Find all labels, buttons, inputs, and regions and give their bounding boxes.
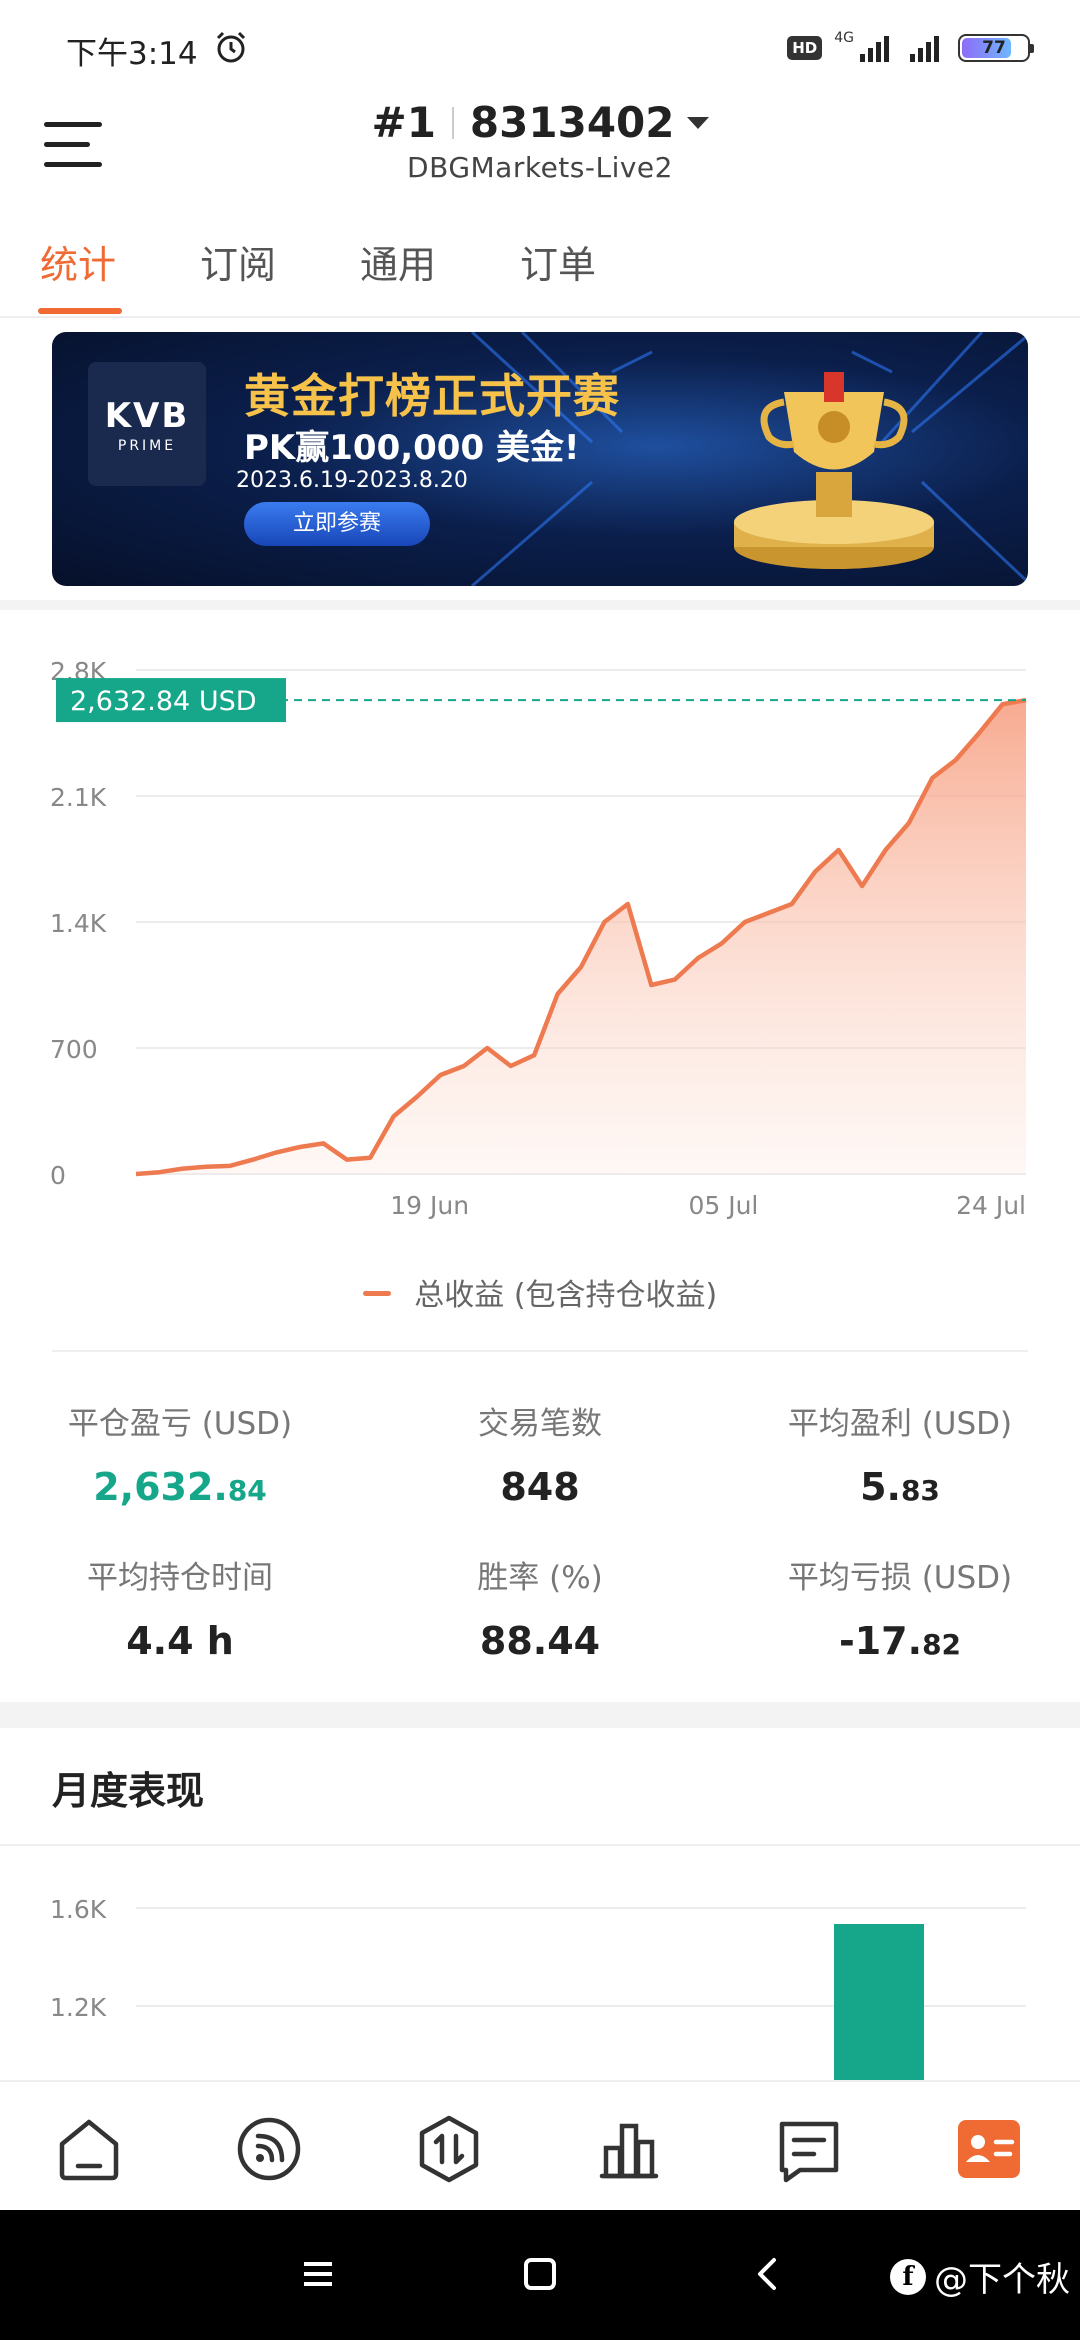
- back-icon[interactable]: [746, 2252, 790, 2296]
- y-tick-label: 2.1K: [50, 783, 107, 812]
- y-tick-label: 1.2K: [50, 1993, 107, 2022]
- app-header: #1 8313402 DBGMarkets-Live2: [0, 96, 1080, 206]
- network-label: 4G: [834, 30, 854, 46]
- tab-subscribe[interactable]: 订阅: [200, 234, 276, 289]
- nav-messages[interactable]: [774, 2114, 844, 2184]
- battery-level: 77: [982, 38, 1006, 58]
- active-tab-indicator: [38, 308, 122, 314]
- caret-down-icon[interactable]: [686, 116, 709, 129]
- stat-label: 平均盈利 (USD): [787, 1406, 1013, 1442]
- kvb-logo: KVB PRIME: [88, 362, 206, 486]
- x-tick-label: 05 Jul: [688, 1191, 758, 1220]
- stat-value: 2,632.84: [93, 1465, 267, 1509]
- signal-feed-icon: [237, 2117, 301, 2181]
- section-gap: [0, 1702, 1080, 1728]
- account-selector[interactable]: #1 8313402 DBGMarkets-Live2: [0, 98, 1080, 184]
- status-time: 下午3:14: [66, 36, 198, 72]
- nav-signals[interactable]: [234, 2114, 304, 2184]
- nav-trade[interactable]: [414, 2114, 484, 2184]
- stat-value: 88.44: [479, 1619, 601, 1663]
- system-nav-bar: f @下个秋: [0, 2210, 1080, 2340]
- server-name: DBGMarkets-Live2: [407, 151, 673, 184]
- stat-win-rate: 胜率 (%) 88.44: [360, 1552, 720, 1663]
- banner-dates: 2023.6.19-2023.8.20: [236, 468, 468, 493]
- watermark: f @下个秋: [890, 2252, 1070, 2301]
- tab-general[interactable]: 通用: [360, 234, 436, 289]
- divider: [0, 1844, 1080, 1846]
- stat-value: 848: [500, 1465, 580, 1509]
- stat-value: 4.4 h: [126, 1619, 234, 1663]
- bar-chart-icon: [599, 2123, 659, 2179]
- x-tick-label: 24 Jul: [956, 1191, 1026, 1220]
- stat-label: 平均持仓时间: [87, 1560, 273, 1596]
- trophy-icon: [734, 372, 934, 569]
- home-icon: [59, 2119, 119, 2181]
- x-tick-label: 19 Jun: [390, 1191, 469, 1220]
- profile-card-icon: [958, 2120, 1020, 2178]
- signal-icon: [860, 36, 889, 62]
- signal-icon-2: [910, 36, 939, 62]
- tab-bar: 统计 订阅 通用 订单: [0, 222, 1080, 318]
- nav-home[interactable]: [54, 2114, 124, 2184]
- battery-icon: 77: [958, 34, 1034, 62]
- join-button[interactable]: 立即参赛: [244, 502, 430, 546]
- chart-legend[interactable]: 总收益 (包含持仓收益): [0, 1270, 1080, 1314]
- stat-label: 胜率 (%): [477, 1560, 603, 1596]
- monthly-chart[interactable]: 1.2K 1.6K: [0, 1880, 1080, 2080]
- message-icon: [779, 2121, 839, 2183]
- stat-value: 5.83: [860, 1465, 940, 1509]
- section-gap: [0, 600, 1080, 610]
- status-bar: 下午3:14 HD 4G 77: [0, 0, 1080, 96]
- tab-orders[interactable]: 订单: [520, 234, 596, 289]
- stat-trade-count: 交易笔数 848: [360, 1398, 720, 1509]
- monthly-bar[interactable]: [834, 1924, 924, 2080]
- monthly-title: 月度表现: [52, 1769, 205, 1813]
- tab-statistics[interactable]: 统计: [40, 234, 116, 289]
- stat-label: 平仓盈亏 (USD): [67, 1406, 293, 1442]
- divider: [52, 1350, 1028, 1352]
- trade-icon: [419, 2115, 479, 2183]
- legend-swatch: [362, 1291, 391, 1296]
- stat-label: 平均亏损 (USD): [787, 1560, 1013, 1596]
- menu-icon[interactable]: [296, 2252, 340, 2296]
- stat-closed-pnl: 平仓盈亏 (USD) 2,632.84: [0, 1398, 360, 1509]
- stat-avg-loss: 平均亏损 (USD) -17.82: [720, 1552, 1080, 1663]
- stat-value: -17.82: [838, 1619, 962, 1663]
- stat-avg-hold-time: 平均持仓时间 4.4 h: [0, 1552, 360, 1663]
- hd-badge: HD: [787, 36, 823, 60]
- account-number: 8313402: [469, 98, 675, 147]
- y-tick-label: 1.4K: [50, 909, 107, 938]
- stat-label: 交易笔数: [478, 1406, 602, 1442]
- account-rank: #1: [371, 98, 436, 147]
- nav-analysis[interactable]: [594, 2114, 664, 2184]
- home-square-icon[interactable]: [518, 2252, 562, 2296]
- douyin-icon: f: [890, 2258, 926, 2295]
- y-tick-label: 0: [50, 1161, 66, 1190]
- stat-avg-profit: 平均盈利 (USD) 5.83: [720, 1398, 1080, 1509]
- bottom-nav: [0, 2080, 1080, 2210]
- current-value-label: 2,632.84 USD: [70, 686, 257, 717]
- banner-title: 黄金打榜正式开赛: [244, 369, 620, 423]
- y-tick-label: 700: [50, 1035, 98, 1064]
- nav-profile[interactable]: [954, 2114, 1024, 2184]
- banner-subtitle: PK赢100,000 美金!: [244, 428, 580, 468]
- promo-banner[interactable]: KVB PRIME 黄金打榜正式开赛 PK赢100,000 美金! 2023.6…: [52, 332, 1028, 586]
- equity-chart[interactable]: 07001.4K2.1K2.8K19 Jun 05 Jul 24 Jul2,632.…: [0, 640, 1080, 1340]
- alarm-icon: [216, 31, 246, 63]
- y-tick-label: 1.6K: [50, 1895, 107, 1924]
- equity-area: [136, 700, 1026, 1174]
- legend-label: 总收益 (包含持仓收益): [414, 1278, 718, 1313]
